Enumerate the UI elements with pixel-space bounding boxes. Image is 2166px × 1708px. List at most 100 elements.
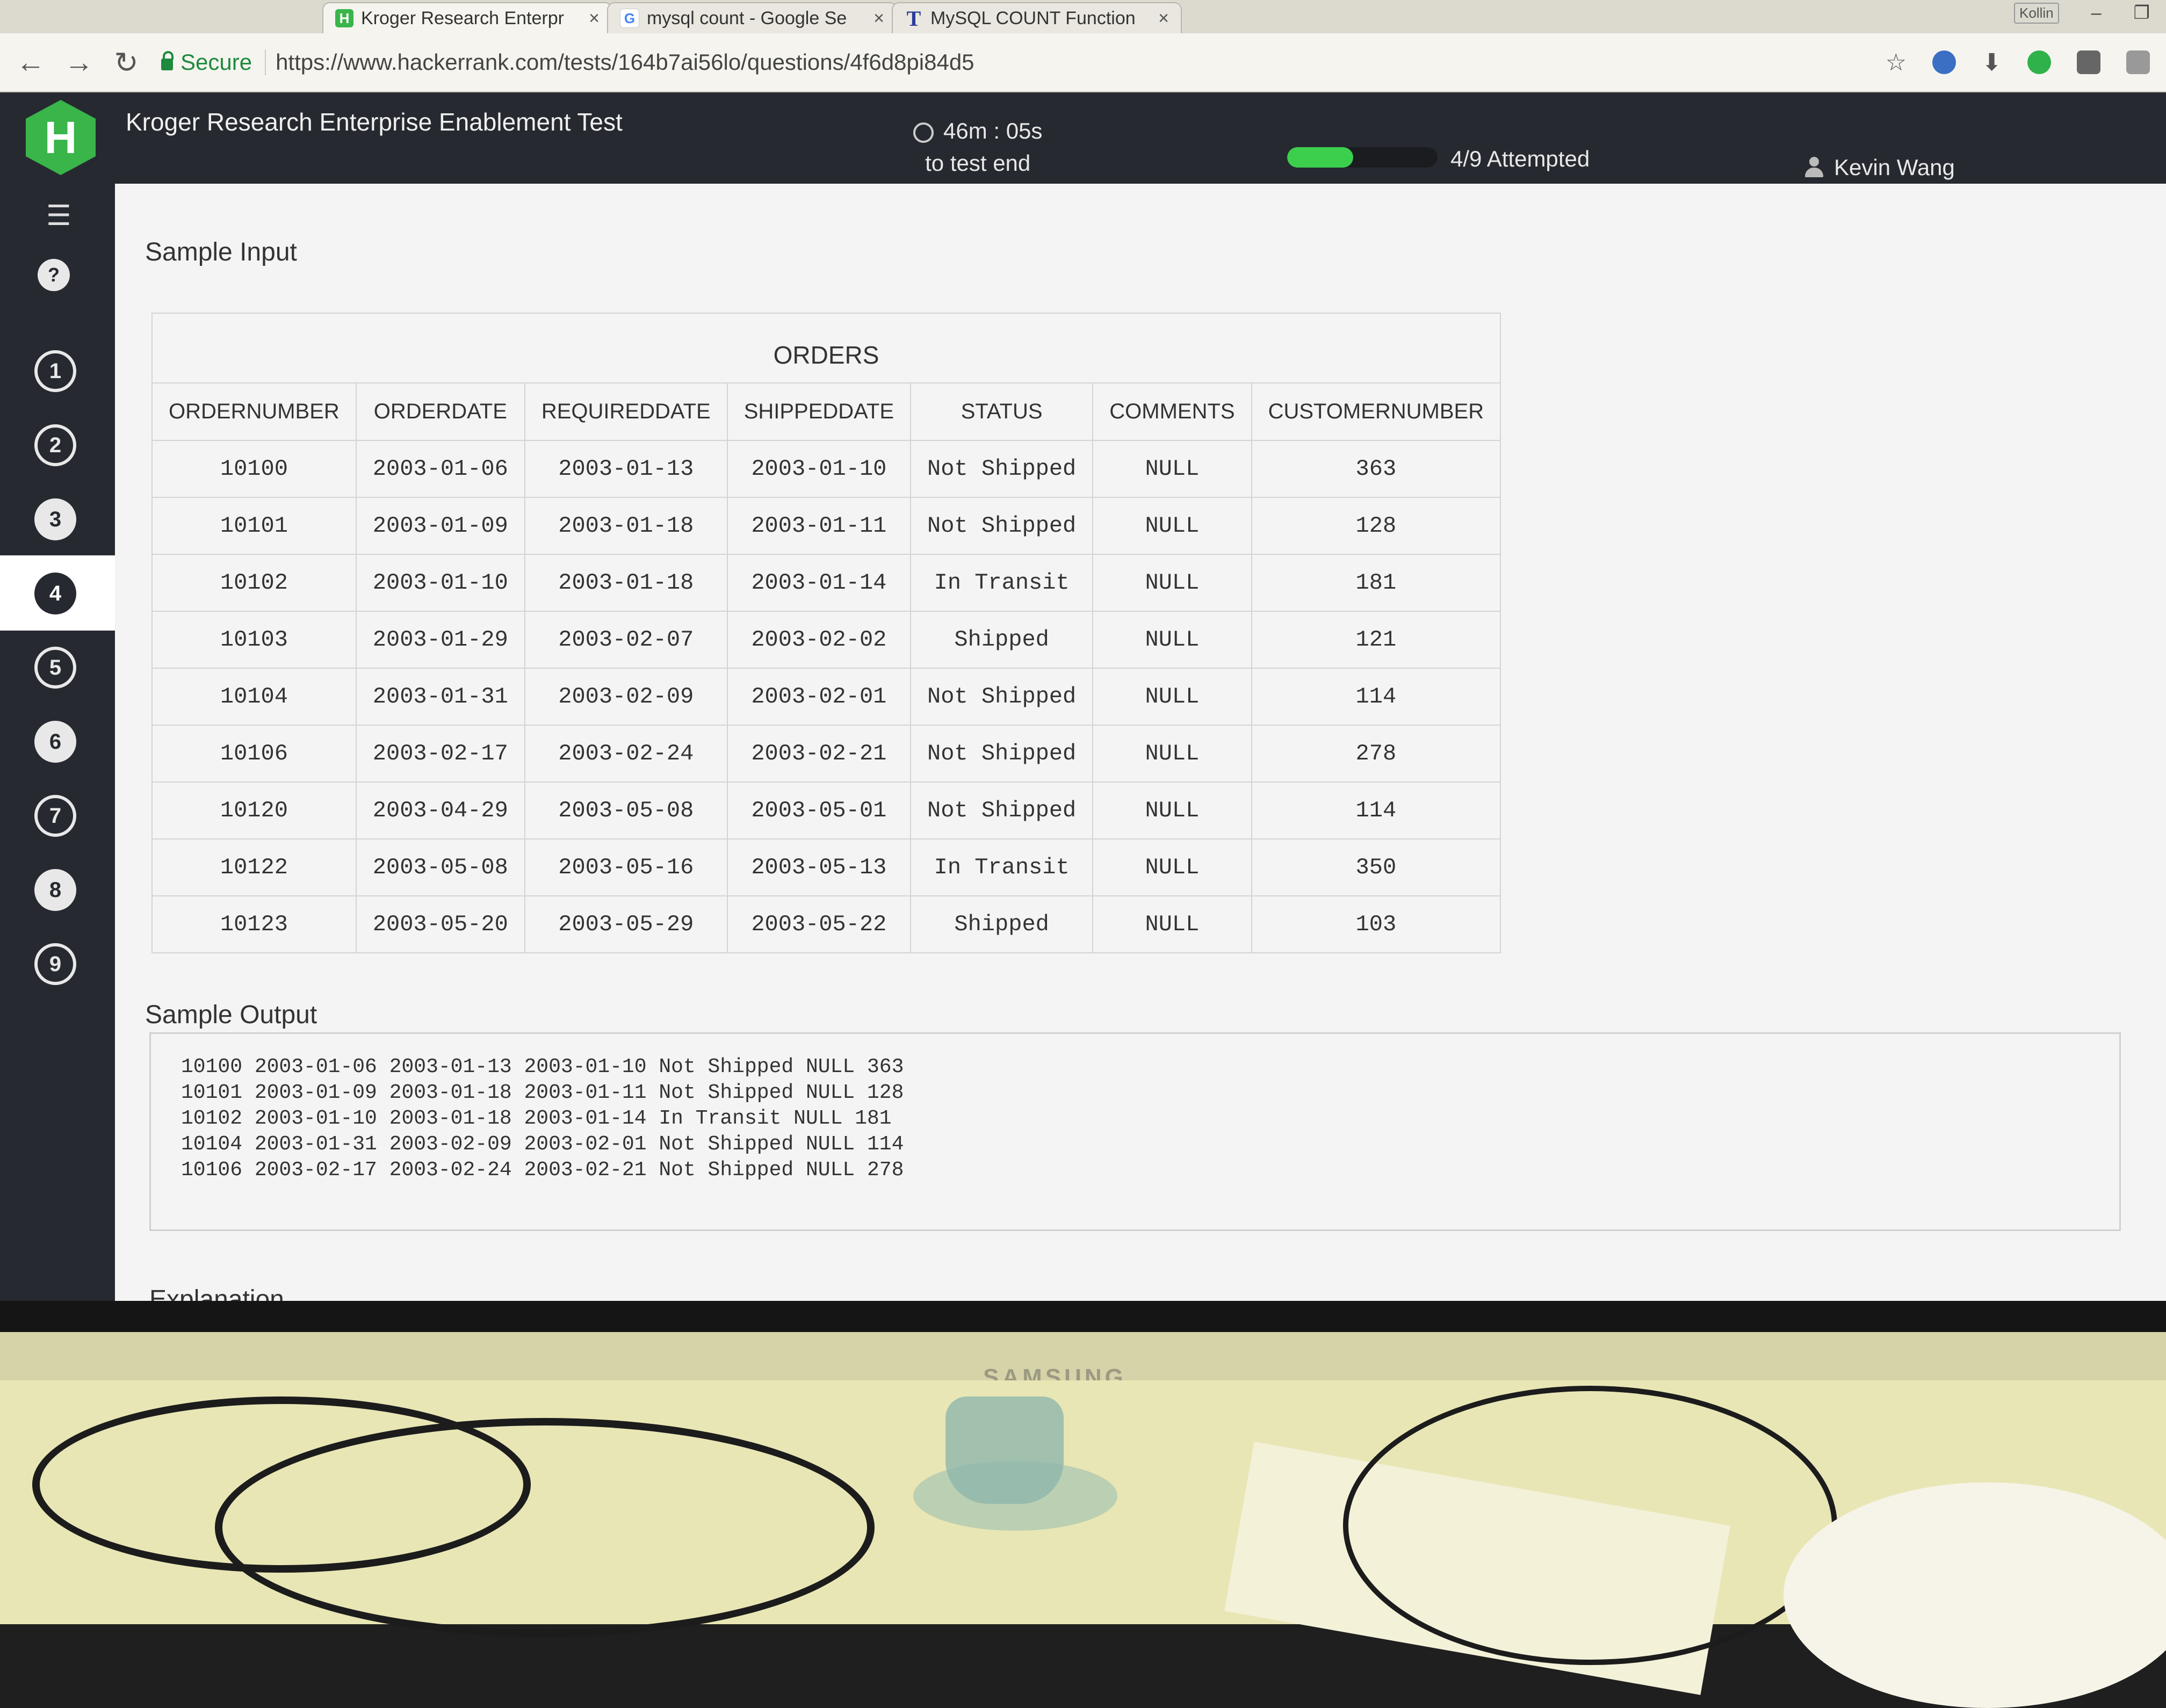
sample-input-heading: Sample Input [145,238,297,266]
test-title: Kroger Research Enterprise Enablement Te… [126,108,623,136]
question-nav-3[interactable]: 3 [34,498,76,540]
restore-icon[interactable]: ❐ [2134,2,2150,24]
help-icon[interactable]: ? [38,259,70,291]
table-cell: NULL [1092,838,1252,896]
browser-tab-hackerrank[interactable]: H Kroger Research Enterpr × [322,2,612,33]
question-nav-6[interactable]: 6 [34,721,76,763]
table-cell: 2003-04-29 [355,781,525,839]
table-cell: 2003-01-11 [726,497,912,555]
extension-globe-icon[interactable] [1932,50,1956,74]
tab-title: MySQL COUNT Function [930,8,1136,28]
window-user-badge[interactable]: Kollin [2014,2,2059,24]
clock-icon [913,122,934,143]
table-cell: 10123 [151,895,357,953]
table-cell: NULL [1092,895,1252,953]
minimize-icon[interactable]: – [2091,3,2102,24]
output-line: 10104 2003-01-31 2003-02-09 2003-02-01 N… [181,1133,904,1156]
question-nav-4[interactable]: 4 [34,573,76,614]
extension-menu-icon[interactable] [2126,50,2150,74]
close-icon[interactable]: × [589,8,600,29]
back-icon[interactable]: ← [16,46,45,79]
question-nav-1[interactable]: 1 [34,350,76,392]
secure-label: Secure [180,49,252,75]
secure-indicator[interactable]: Secure [161,49,266,75]
table-cell: 2003-01-10 [355,554,525,612]
url-input[interactable]: Secure https://www.hackerrank.com/tests/… [161,41,1864,83]
attempted-progress-bar [1287,147,1438,168]
column-header: REQUIREDDATE [524,382,728,441]
table-cell: 2003-02-21 [726,725,912,783]
browser-tab-google[interactable]: G mysql count - Google Se × [607,2,897,33]
hackerrank-logo[interactable]: H [26,100,96,175]
table-cell: 2003-02-09 [524,668,728,726]
table-row: 10106 2003-02-17 2003-02-24 2003-02-21 Not S… [151,725,1501,783]
table-cell: Shipped [910,895,1094,953]
table-cell: 2003-02-07 [524,611,728,669]
attempted-count: 4/9 Attempted [1450,146,1590,171]
table-cell: NULL [1092,611,1252,669]
cable [1343,1386,1837,1665]
table-cell: 10102 [151,554,357,612]
question-nav-8[interactable]: 8 [34,869,76,911]
table-caption: ORDERS [151,313,1501,382]
table-cell: Not Shipped [910,440,1094,498]
user-icon [1805,157,1823,178]
user-menu[interactable]: Kevin Wang [1805,155,1955,180]
table-row: 10101 2003-01-09 2003-01-18 2003-01-11 Not S… [151,497,1501,555]
table-cell: Not Shipped [910,668,1094,726]
timer-subtitle: to test end [925,150,1031,176]
close-icon[interactable]: × [873,8,884,29]
forward-icon[interactable]: → [64,46,93,79]
question-nav-9[interactable]: 9 [34,943,76,985]
table-cell: 10101 [151,497,357,555]
question-content: Sample Input ORDERS ORDERNUMBER ORDERDAT… [115,184,2166,1301]
table-cell: 10104 [151,668,357,726]
table-cell: 2003-01-14 [726,554,912,612]
table-cell: NULL [1092,725,1252,783]
table-cell: 2003-05-01 [726,781,912,839]
column-header: CUSTOMERNUMBER [1251,382,1501,441]
list-icon[interactable]: ☰ [46,200,71,232]
sample-output-heading: Sample Output [145,1001,317,1029]
question-nav-2[interactable]: 2 [34,424,76,466]
column-header: STATUS [910,382,1094,441]
browser-tab-mysql[interactable]: T MySQL COUNT Function × [892,2,1182,33]
table-row: 10122 2003-05-08 2003-05-16 2003-05-13 In Tr… [151,838,1501,896]
user-name: Kevin Wang [1834,155,1955,180]
download-icon[interactable]: ⬇ [1982,49,2002,76]
question-nav-7[interactable]: 7 [34,795,76,837]
table-cell: 2003-01-10 [726,440,912,498]
table-cell: 103 [1251,895,1501,953]
table-cell: 2003-01-13 [524,440,728,498]
table-cell: 2003-01-18 [524,497,728,555]
column-header: ORDERNUMBER [151,382,357,441]
orders-table: ORDERS ORDERNUMBER ORDERDATE REQUIREDDAT… [151,313,1501,953]
star-icon[interactable]: ☆ [1886,49,1907,76]
table-cell: In Transit [910,838,1094,896]
table-cell: 2003-01-09 [355,497,525,555]
table-cell: 121 [1251,611,1501,669]
table-cell: 10122 [151,838,357,896]
table-cell: 10100 [151,440,357,498]
table-cell: Not Shipped [910,781,1094,839]
table-cell: 278 [1251,725,1501,783]
extension-gray-icon[interactable] [2077,50,2100,74]
question-nav-5[interactable]: 5 [34,647,76,689]
close-icon[interactable]: × [1158,8,1169,29]
browser-tabstrip: H Kroger Research Enterpr × G mysql coun… [0,0,2166,33]
window-controls: Kollin – ❐ [2014,2,2150,24]
table-cell: 10106 [151,725,357,783]
table-cell: 114 [1251,668,1501,726]
cable [215,1418,875,1637]
table-cell: 363 [1251,440,1501,498]
output-line: 10100 2003-01-06 2003-01-13 2003-01-10 N… [181,1055,904,1079]
table-cell: 10120 [151,781,357,839]
table-cell: 2003-02-17 [355,725,525,783]
table-cell: 2003-01-18 [524,554,728,612]
hackerrank-icon: H [335,9,353,27]
table-cell: 2003-05-08 [524,781,728,839]
extension-green-icon[interactable] [2027,50,2051,74]
reload-icon[interactable]: ↻ [113,46,140,79]
table-cell: 2003-01-31 [355,668,525,726]
table-row: 10100 2003-01-06 2003-01-13 2003-01-10 Not S… [151,440,1501,498]
